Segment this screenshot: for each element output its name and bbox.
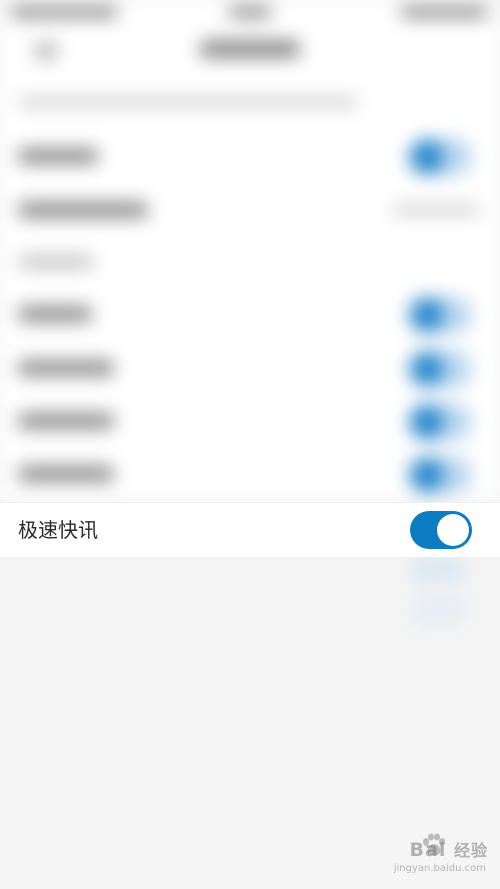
row-1-toggle-blur (408, 138, 472, 176)
toggle-knob (437, 514, 469, 546)
row-3-label-blur (18, 306, 92, 322)
ghost-toggle-1 (408, 552, 468, 586)
row-4-label-blur (18, 360, 114, 376)
row-6-label-blur (18, 466, 114, 482)
row-5-toggle-blur (408, 403, 472, 441)
watermark-sub: jingyan.baidu.com (393, 863, 486, 874)
setting-row-fast-news[interactable]: 极速快讯 (0, 502, 500, 557)
ghost-toggle-2 (408, 594, 468, 628)
row-1-label-blur (18, 148, 98, 164)
row-4-toggle-blur (408, 350, 472, 388)
section-header-blur (18, 256, 94, 268)
fast-news-toggle[interactable] (410, 511, 472, 549)
nav-title-blur (200, 40, 300, 58)
baidu-watermark: Bai 经验 jingyan.baidu.com (388, 833, 488, 881)
row-3-toggle-blur (408, 296, 472, 334)
row-2-value-blur (392, 204, 480, 216)
blurred-background (0, 0, 500, 500)
watermark-main: Bai 经验 (409, 839, 488, 861)
row-5-label-blur (18, 413, 114, 429)
row-2-label-blur (18, 202, 148, 218)
row-6-toggle-blur (408, 456, 472, 494)
setting-label: 极速快讯 (18, 518, 98, 542)
back-button-blur (34, 42, 58, 60)
section-note-blur (18, 96, 358, 108)
status-bar-battery-blur (400, 6, 488, 18)
status-bar-time-blur (228, 6, 272, 18)
status-bar-carrier-blur (10, 6, 118, 18)
